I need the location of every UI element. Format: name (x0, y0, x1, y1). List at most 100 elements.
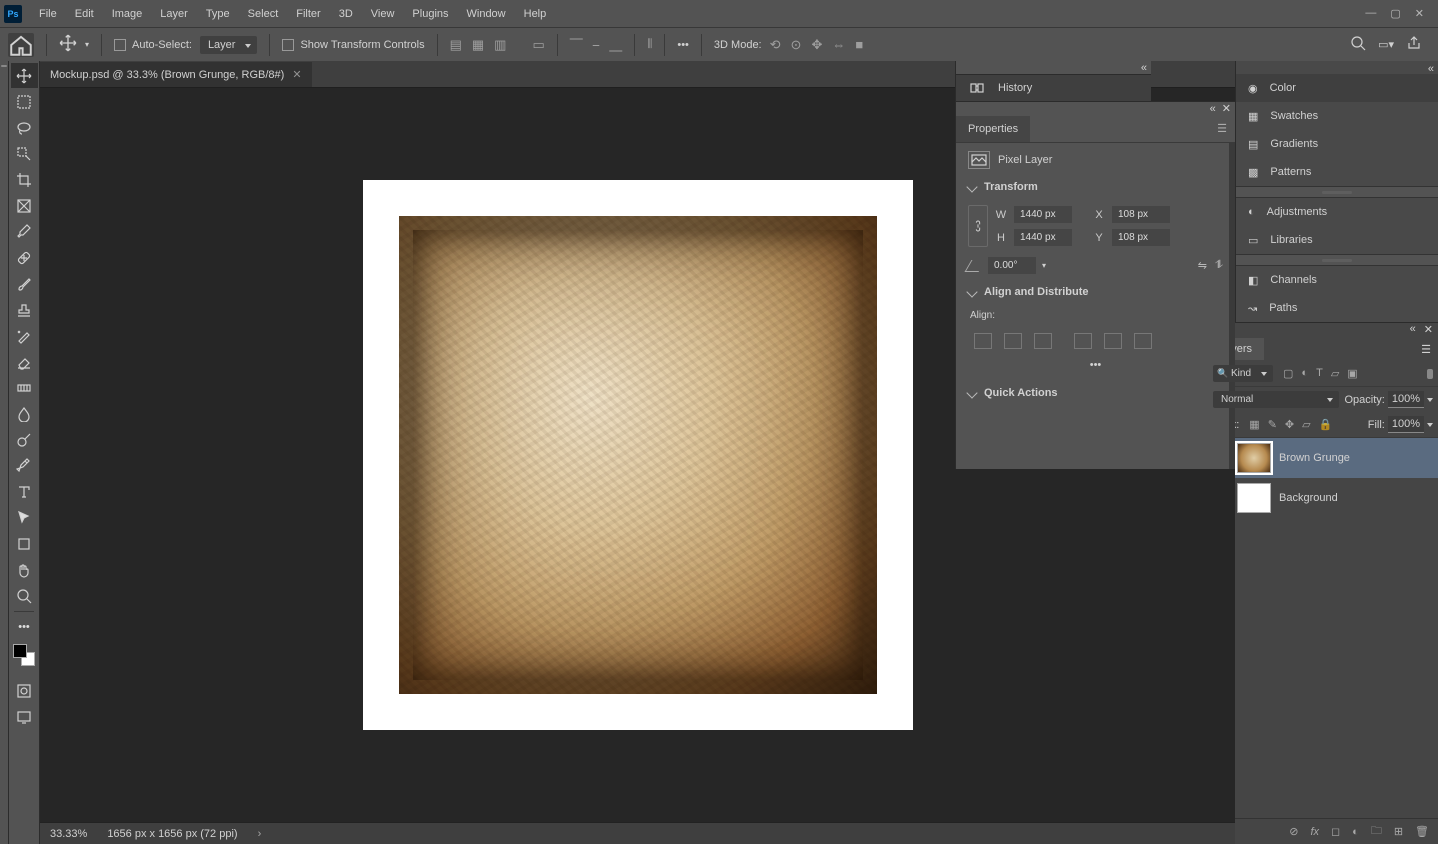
menu-select[interactable]: Select (239, 4, 288, 24)
adjustments-panel-tab[interactable]: ◐Adjustments (1236, 198, 1438, 226)
layer-row-background[interactable]: 👁 Background (1207, 478, 1438, 518)
panel-collapse-icon[interactable]: « (1210, 103, 1216, 115)
lock-brush-icon[interactable]: ✎ (1268, 418, 1277, 431)
3d-roll-icon[interactable]: ⊙ (791, 37, 802, 53)
quickmask-tool[interactable] (11, 678, 38, 703)
lock-all-icon[interactable]: 🔒 (1319, 418, 1333, 431)
angle-input[interactable] (988, 257, 1036, 274)
flip-horizontal-icon[interactable]: ⇋ (1198, 259, 1207, 272)
lasso-tool[interactable] (11, 115, 38, 140)
menu-image[interactable]: Image (103, 4, 152, 24)
paths-panel-tab[interactable]: ↝Paths (1236, 294, 1438, 322)
menu-layer[interactable]: Layer (151, 4, 197, 24)
transform-section-header[interactable]: Transform (968, 175, 1223, 199)
align-more-icon[interactable]: ••• (968, 355, 1223, 375)
auto-select-target-dropdown[interactable]: Layer (200, 36, 258, 54)
zoom-level[interactable]: 33.33% (50, 828, 87, 840)
filter-shape-icon[interactable]: ▱ (1331, 367, 1339, 380)
align-hcenter-btn[interactable] (1004, 333, 1022, 349)
zoom-tool[interactable] (11, 583, 38, 608)
menu-plugins[interactable]: Plugins (403, 4, 457, 24)
fill-value[interactable]: 100% (1388, 416, 1424, 433)
menu-file[interactable]: File (30, 4, 66, 24)
menu-view[interactable]: View (362, 4, 404, 24)
3d-slide-icon[interactable]: ⇔ (832, 37, 845, 52)
align-section-header[interactable]: Align and Distribute (968, 280, 1223, 304)
doc-dimensions[interactable]: 1656 px x 1656 px (72 ppi) (107, 828, 237, 840)
screenmode-tool[interactable] (11, 704, 38, 729)
align-vcenter-btn[interactable] (1104, 333, 1122, 349)
layer-filter-kind-dropdown[interactable]: Kind (1213, 365, 1273, 382)
height-input[interactable] (1014, 229, 1072, 246)
3d-orbit-icon[interactable]: ⟲ (770, 37, 781, 53)
more-options-icon[interactable]: ••• (677, 39, 689, 51)
brush-tool[interactable] (11, 271, 38, 296)
color-swatch[interactable] (13, 644, 35, 666)
menu-window[interactable]: Window (458, 4, 515, 24)
angle-dropdown-icon[interactable]: ▾ (1042, 261, 1046, 270)
align-bottom-icon[interactable]: ⎽ (609, 37, 622, 53)
libraries-panel-tab[interactable]: ▭Libraries (1236, 226, 1438, 254)
3d-zoom-icon[interactable]: ■ (855, 37, 863, 52)
properties-tab[interactable]: Properties (956, 116, 1030, 142)
flip-vertical-icon[interactable]: ⥮ (1215, 259, 1223, 272)
eyedropper-tool[interactable] (11, 219, 38, 244)
history-panel-tab[interactable]: History (956, 75, 1151, 101)
right-collapse-icon[interactable]: « (1428, 63, 1434, 74)
home-button[interactable] (8, 33, 34, 57)
swatches-panel-tab[interactable]: ▦Swatches (1236, 102, 1438, 130)
lock-position-icon[interactable]: ✥ (1285, 418, 1294, 431)
marquee-tool[interactable] (11, 89, 38, 114)
x-input[interactable] (1112, 206, 1170, 223)
eraser-tool[interactable] (11, 349, 38, 374)
align-right-icon[interactable]: ▥ (494, 37, 506, 53)
filter-adjust-icon[interactable]: ◐ (1301, 367, 1308, 380)
quick-actions-header[interactable]: Quick Actions (968, 381, 1223, 405)
menu-3d[interactable]: 3D (330, 4, 362, 24)
layer-name[interactable]: Background (1279, 492, 1338, 504)
y-input[interactable] (1112, 229, 1170, 246)
hand-tool[interactable] (11, 557, 38, 582)
filter-smart-icon[interactable]: ▣ (1347, 367, 1357, 380)
color-panel-tab[interactable]: ◉Color (1236, 74, 1438, 102)
panel-close-icon[interactable]: ✕ (1222, 102, 1231, 115)
channels-panel-tab[interactable]: ◧Channels (1236, 266, 1438, 294)
blur-tool[interactable] (11, 401, 38, 426)
healing-tool[interactable] (11, 245, 38, 270)
show-transform-checkbox[interactable]: Show Transform Controls (282, 39, 424, 51)
new-layer-icon[interactable]: ⊞ (1394, 825, 1403, 838)
layer-row-brown-grunge[interactable]: 👁 Brown Grunge (1207, 438, 1438, 478)
menu-edit[interactable]: Edit (66, 4, 103, 24)
layers-collapse-icon[interactable]: « (1410, 323, 1416, 337)
move-tool[interactable] (11, 63, 38, 88)
menu-type[interactable]: Type (197, 4, 239, 24)
filter-type-icon[interactable]: T (1316, 367, 1323, 380)
window-maximize-icon[interactable]: ▢ (1390, 7, 1400, 20)
align-single-icon[interactable]: ▭ (532, 37, 544, 53)
auto-select-checkbox[interactable]: Auto-Select: (114, 39, 192, 51)
layers-close-icon[interactable]: ✕ (1424, 323, 1433, 337)
share-icon[interactable] (1406, 35, 1422, 54)
align-top-btn[interactable] (1074, 333, 1092, 349)
close-tab-icon[interactable]: ✕ (292, 68, 301, 81)
align-middle-icon[interactable]: ⎯ (593, 37, 600, 53)
group-icon[interactable]: 🗀 (1371, 822, 1382, 841)
collapse-icon[interactable]: « (1141, 62, 1147, 74)
quick-select-tool[interactable] (11, 141, 38, 166)
width-input[interactable] (1014, 206, 1072, 223)
lock-artboard-icon[interactable]: ▱ (1302, 418, 1310, 431)
panel-menu-icon[interactable]: ☰ (1209, 122, 1235, 135)
chevron-down-icon[interactable]: ▾ (85, 40, 89, 49)
delete-layer-icon[interactable]: 🗑 (1415, 825, 1429, 838)
history-brush-tool[interactable] (11, 323, 38, 348)
link-wh-icon[interactable] (968, 205, 988, 247)
window-close-icon[interactable]: ✕ (1415, 7, 1424, 20)
search-icon[interactable] (1350, 35, 1366, 54)
document-tab[interactable]: Mockup.psd @ 33.3% (Brown Grunge, RGB/8#… (40, 62, 312, 87)
align-right-btn[interactable] (1034, 333, 1052, 349)
status-caret-icon[interactable]: › (258, 828, 262, 840)
workspace-dropdown-icon[interactable]: ▭▾ (1378, 38, 1394, 51)
adjustment-layer-icon[interactable]: ◐ (1352, 826, 1359, 838)
stamp-tool[interactable] (11, 297, 38, 322)
filter-pixel-icon[interactable]: ▢ (1283, 367, 1293, 380)
